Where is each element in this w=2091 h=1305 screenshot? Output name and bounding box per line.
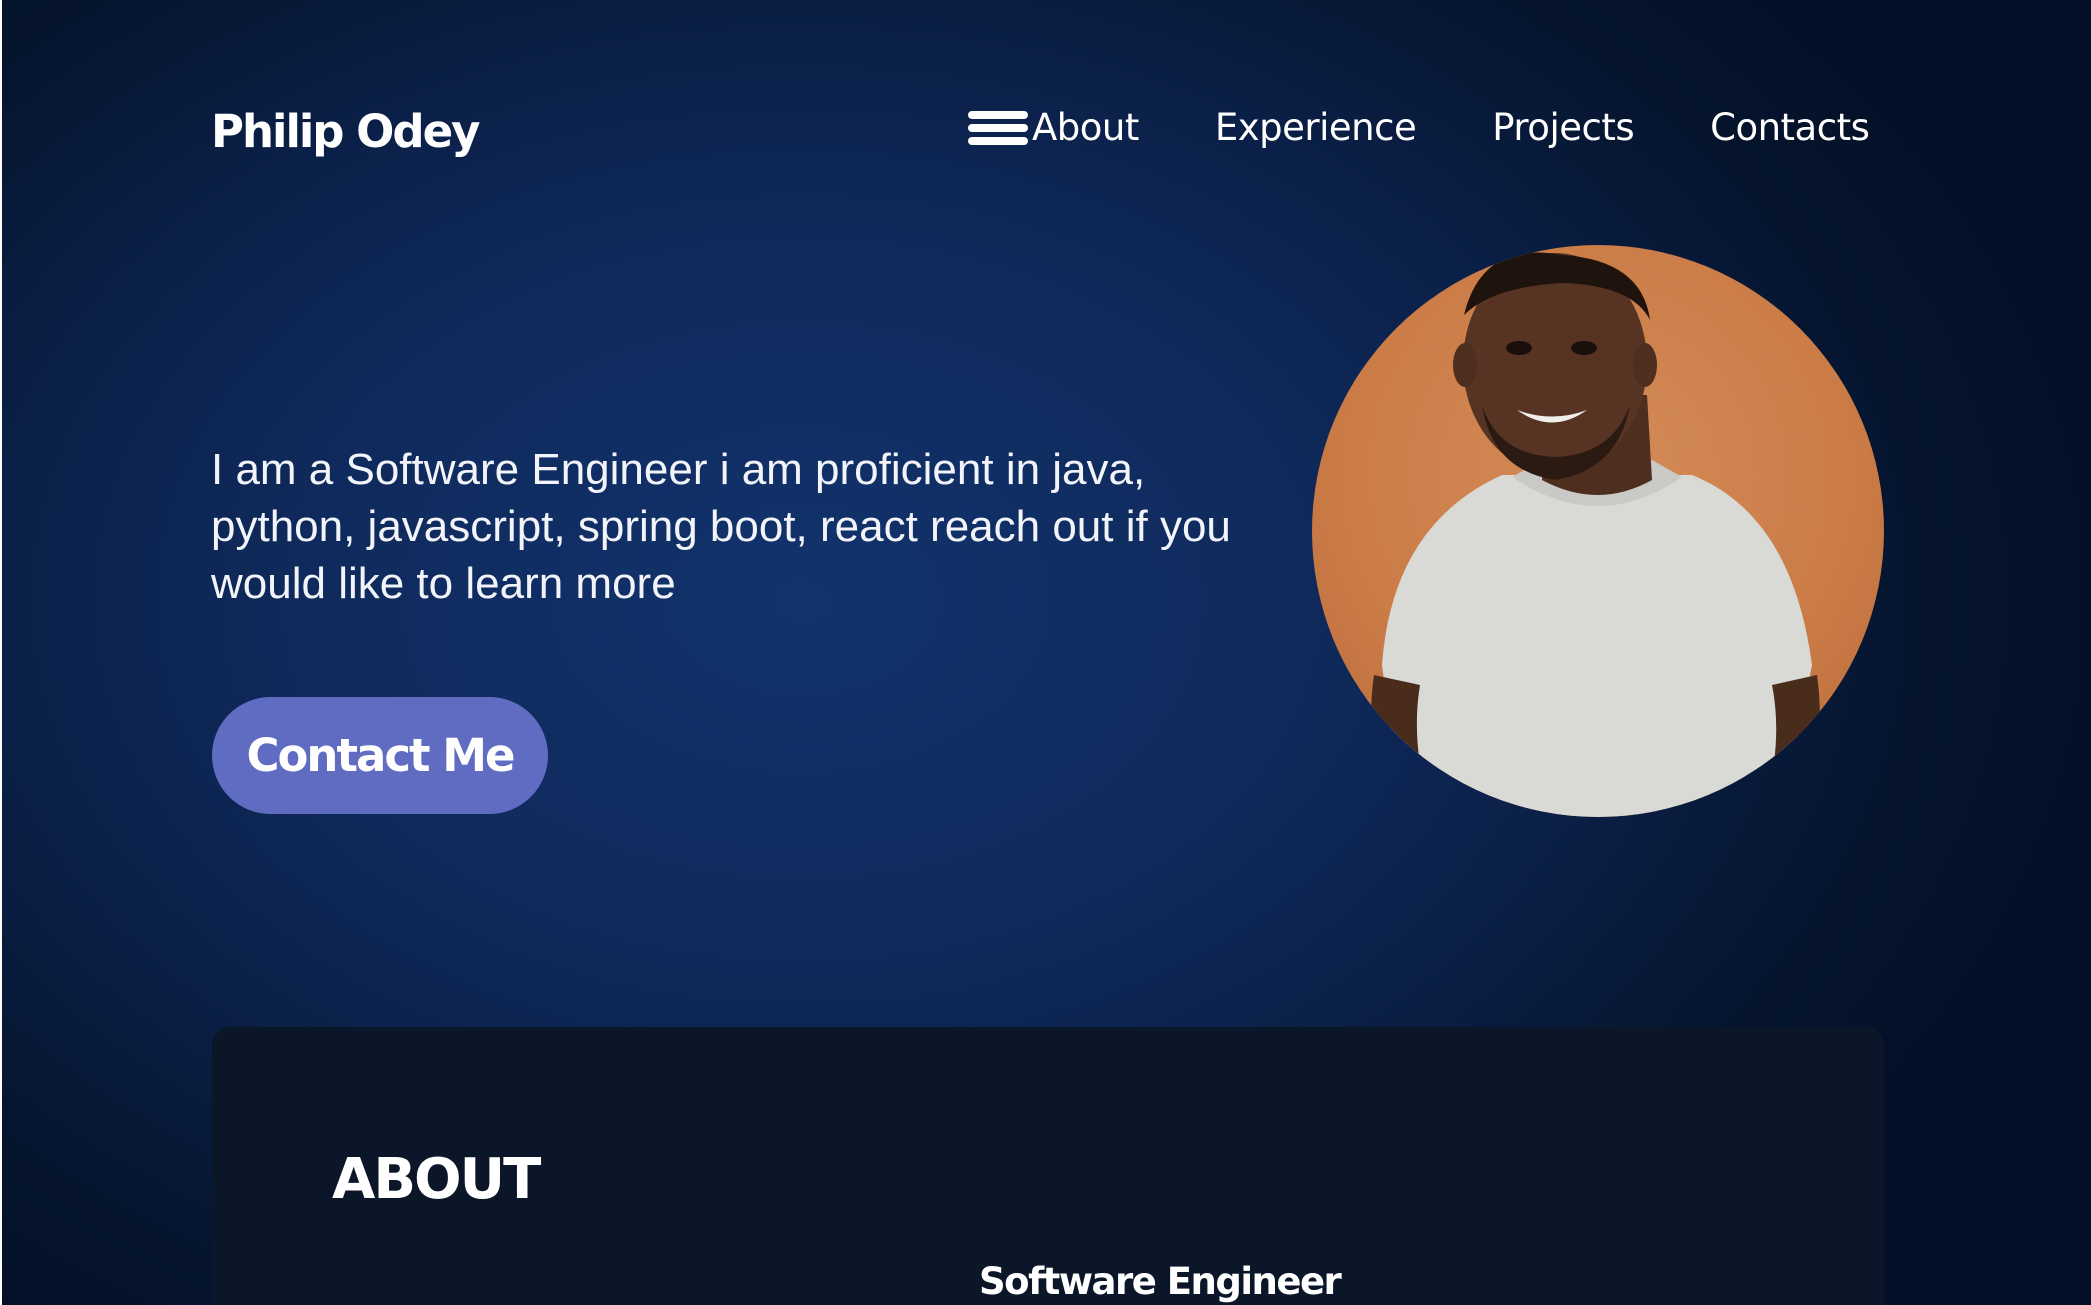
contact-me-button[interactable]: Contact Me	[212, 697, 548, 814]
person-illustration	[1370, 252, 1820, 817]
brand-name[interactable]: Philip Odey	[211, 104, 480, 160]
hero-intro: I am a Software Engineer i am proficient…	[211, 445, 1231, 608]
portfolio-page: Philip Odey About Experience Projects Co…	[0, 0, 2091, 1305]
nav-link-experience[interactable]: Experience	[1215, 100, 1417, 156]
nav-link-projects[interactable]: Projects	[1492, 100, 1634, 156]
about-title: ABOUT	[332, 1147, 541, 1212]
main-nav: About Experience Projects Contacts	[968, 100, 1870, 156]
nav-link-contacts[interactable]: Contacts	[1710, 100, 1870, 156]
about-section: ABOUT Software Engineer	[212, 1027, 1884, 1305]
menu-icon[interactable]	[968, 105, 1028, 151]
about-role: Software Engineer	[979, 1260, 1342, 1303]
nav-link-about[interactable]: About	[1032, 100, 1139, 156]
profile-photo	[1312, 245, 1884, 817]
